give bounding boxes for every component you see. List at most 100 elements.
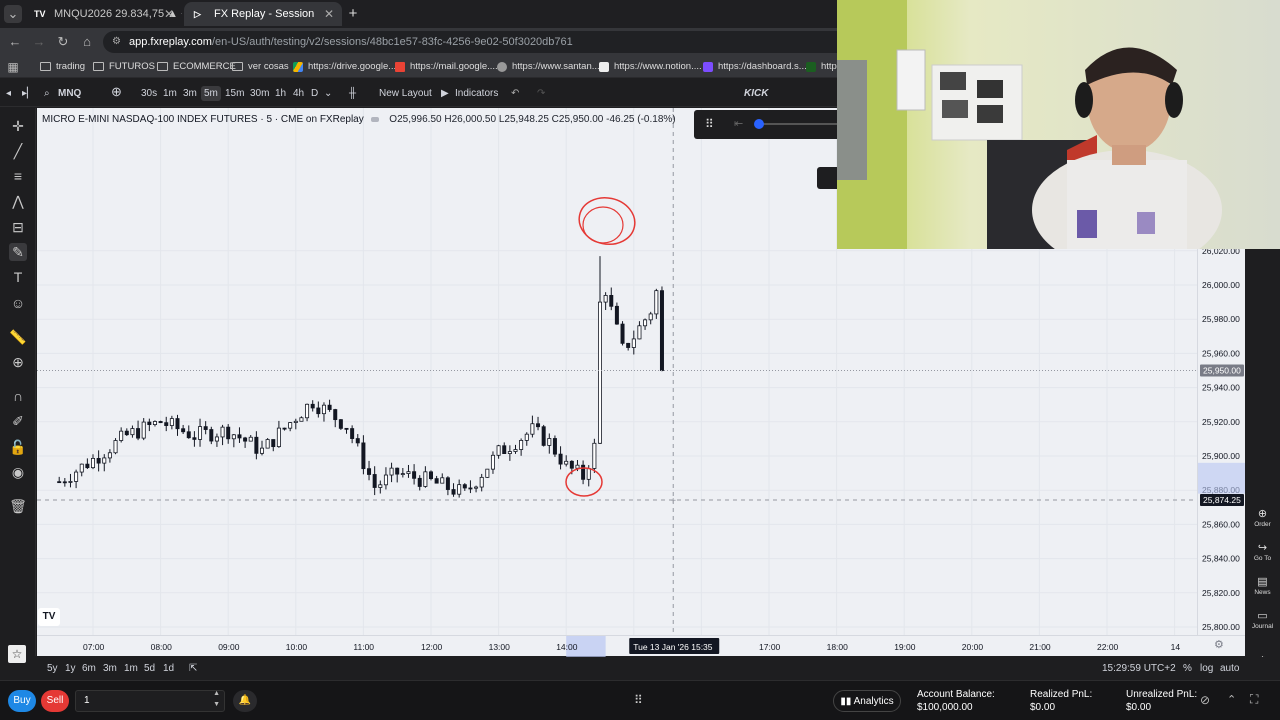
price-tick-label: 25,980.00 [1202,314,1240,324]
time-axis[interactable]: 07:00 08:00 09:00 10:00 11:00 12:00 13:00 14:00… [37,635,1245,657]
pattern-icon[interactable]: ⋀ [9,192,27,210]
symbol-search-icon[interactable]: ⌕ [44,86,50,101]
new-layout-button[interactable]: New Layout [379,86,432,101]
ruler-icon[interactable]: 📏 [9,328,27,346]
interval-3m[interactable]: 3m [183,86,197,101]
interval-30s[interactable]: 30s [141,86,157,101]
magnet-icon[interactable]: ∩ [9,387,27,405]
sell-button[interactable]: Sell [41,690,69,712]
legend-toggle-icon[interactable] [370,117,379,122]
emoji-icon[interactable]: ☺ [9,294,27,312]
bookmark-santander[interactable]: https://www.santan... [496,59,600,75]
journal-button[interactable]: ▭ Journal [1245,610,1280,630]
site-info-icon[interactable]: ⚙ [112,31,121,53]
apps-grid-icon[interactable]: ▦ [4,58,22,76]
browser-tab-tradingview[interactable]: TV MNQU2026 29.834,75 ▲ +1.18 ✕ [24,2,182,26]
news-button[interactable]: ▤ News [1245,576,1280,596]
text-tool-icon[interactable]: T [9,268,27,286]
stay-drawing-icon[interactable]: ✐ [9,412,27,430]
bookmark-gmail[interactable]: https://mail.google.... [394,59,498,75]
back-icon[interactable]: ← [6,33,24,51]
browser-tab-fxreplay[interactable]: ▷ FX Replay - Session ✕ [184,2,342,26]
fullscreen-icon[interactable]: ⛶ [1250,692,1258,707]
range-3m[interactable]: 3m [103,661,117,676]
interval-1m[interactable]: 1m [163,86,177,101]
forward-icon[interactable]: → [30,33,48,51]
goto-button[interactable]: ↪ Go To [1245,542,1280,562]
alert-bell-icon[interactable]: 🔔 [233,690,257,712]
candle-body [299,417,304,422]
chevron-up-icon[interactable]: ⌃ [1227,693,1236,706]
interval-4h[interactable]: 4h [293,86,304,101]
bookmark-b[interactable]: http [805,59,837,75]
range-1m[interactable]: 1m [124,661,138,676]
candle-body [524,433,529,441]
crosshair-icon[interactable]: ✛ [9,117,27,135]
fib-lines-icon[interactable]: ≡ [9,167,27,185]
favorites-star-icon[interactable]: ☆ [8,645,26,663]
interval-30m[interactable]: 30m [250,86,269,101]
lock-icon[interactable]: 🔓 [9,438,27,456]
percent-toggle[interactable]: % [1183,661,1192,676]
symbol-name[interactable]: MNQ [58,86,81,101]
bookmark-futuros[interactable]: FUTUROS [93,59,155,75]
interval-d[interactable]: D [311,86,318,101]
close-tab-icon[interactable]: ✕ [164,2,174,26]
auto-toggle[interactable]: auto [1220,661,1239,676]
annotation-circle-high [578,197,636,245]
candle-body [631,338,636,348]
tab-list-icon[interactable]: ⌄ [4,5,22,23]
bookmark-label: https://mail.google.... [410,61,498,72]
interval-5m[interactable]: 5m [201,86,221,101]
replay-speed-slider[interactable] [754,119,838,129]
drag-handle-icon[interactable]: ⠿ [705,117,714,131]
trend-line-icon[interactable]: ╱ [9,142,27,160]
new-tab-button[interactable]: + [344,5,362,23]
drag-grip-icon[interactable]: ⠿ [634,693,643,707]
interval-15m[interactable]: 15m [225,86,244,101]
bookmark-notion[interactable]: https://www.notion.... [598,59,702,75]
bookmark-drive[interactable]: https://drive.google... [292,59,396,75]
home-icon[interactable]: ⌂ [78,33,96,51]
redo-icon[interactable]: ↷ [537,86,545,101]
bookmark-trading[interactable]: trading [40,59,85,75]
range-1y[interactable]: 1y [65,661,76,676]
indicators-button[interactable]: Indicators [455,86,498,101]
close-tab-icon[interactable]: ✕ [324,2,334,26]
candle-body [355,438,360,444]
buy-button[interactable]: Buy [8,690,36,712]
back-arrow-icon[interactable]: ◂ [6,86,11,101]
clock-readout: 15:29:59 UTC+2 [1102,663,1176,674]
axis-settings-icon[interactable]: ⚙ [1214,638,1224,651]
undo-icon[interactable]: ↶ [511,86,519,101]
log-toggle[interactable]: log [1200,661,1213,676]
range-1d[interactable]: 1d [163,661,174,676]
trash-icon[interactable]: 🗑 [9,497,27,515]
slider-knob[interactable] [754,119,764,129]
zoom-in-icon[interactable]: ⊕ [9,353,27,371]
position-tool-icon[interactable]: ⊟ [9,218,27,236]
range-6m[interactable]: 6m [82,661,96,676]
collapsed-panel-tab[interactable] [817,167,837,189]
order-button[interactable]: ⊕ Order [1245,508,1280,528]
quantity-stepper-icon[interactable]: ▲ ▼ [213,688,220,710]
hide-balance-icon[interactable]: ⊘ [1200,693,1210,707]
chevron-down-icon[interactable]: ⌄ [324,86,332,101]
bookmark-ver-cosas[interactable]: ver cosas [232,59,289,75]
bookmark-dashboard[interactable]: https://dashboard.s... [702,59,807,75]
eye-icon[interactable]: ◉ [9,463,27,481]
date-range-icon[interactable]: ⇱ [189,661,197,676]
quantity-input[interactable]: 1 ▲ ▼ [75,690,225,712]
analytics-button[interactable]: ▮▮ Analytics [833,690,901,712]
interval-1h[interactable]: 1h [275,86,286,101]
replay-play-icon[interactable]: ▸▏ [22,86,35,101]
candle-type-icon[interactable]: ╫ [349,86,356,101]
brush-icon[interactable]: ✎ [9,243,27,261]
indicators-icon[interactable]: ▶ [441,86,449,101]
range-5y[interactable]: 5y [47,661,58,676]
compare-plus-icon[interactable]: ⊕ [111,84,122,99]
range-5d[interactable]: 5d [144,661,155,676]
bookmark-ecommerce[interactable]: ECOMMERCE [157,59,236,75]
step-back-icon[interactable]: ⇤ [734,117,743,130]
reload-icon[interactable]: ↻ [54,33,72,51]
